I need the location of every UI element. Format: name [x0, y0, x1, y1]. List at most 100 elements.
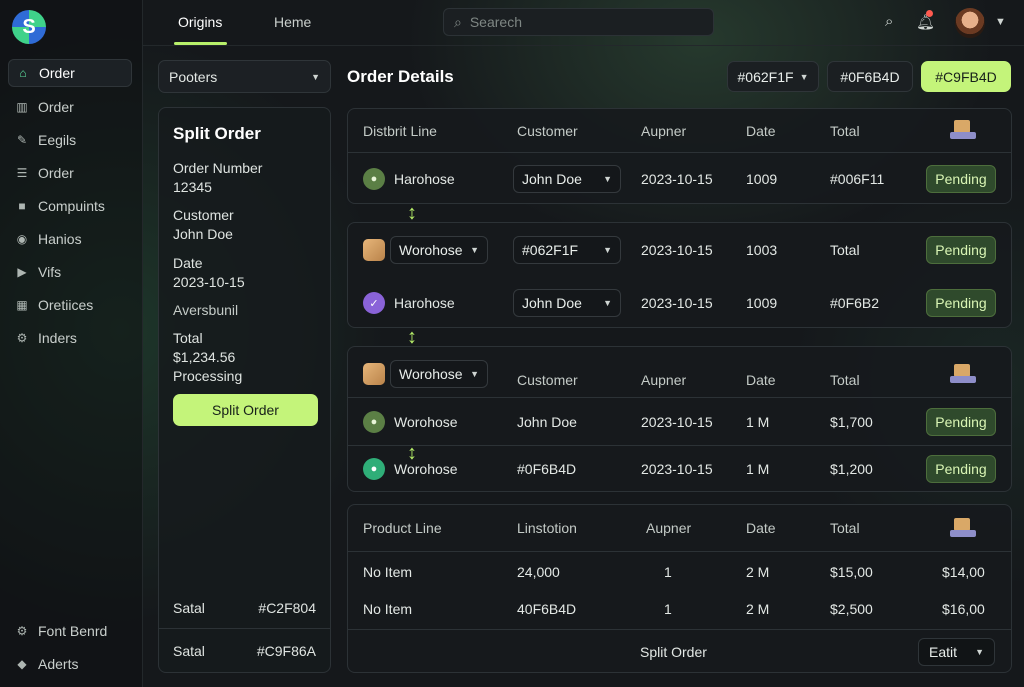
customer-select[interactable]: John Doe ▼: [513, 289, 621, 317]
aupner-cell: 1: [664, 563, 672, 580]
total-cell: #0F6B2: [830, 295, 880, 311]
search-input[interactable]: ⌕ Searech: [443, 8, 714, 36]
select-value: Worohose: [399, 242, 463, 258]
pooters-dropdown[interactable]: Pooters ▼: [158, 60, 331, 93]
sidebar-item-order-3[interactable]: ☰ Order: [8, 159, 132, 187]
delivery-truck-icon: [950, 518, 976, 540]
product-card: Product Line Linstotion Aupner Date Tota…: [347, 504, 1012, 673]
briefcase-icon: ■: [18, 199, 26, 213]
filter-label: #062F1F: [737, 68, 794, 85]
column-header: Total: [830, 123, 860, 139]
total-cell: $1,200: [830, 461, 873, 477]
chevron-down-icon[interactable]: ▼: [995, 16, 1006, 28]
app-logo[interactable]: [12, 10, 46, 44]
color-button-2[interactable]: #0F6B4D: [827, 61, 913, 92]
table-row[interactable]: ✓ Harohose John Doe ▼ 2023-10-15 1009 #0F…: [348, 277, 1011, 329]
table-row[interactable]: No Item 40F6B4D 1 2 M $2,500 $16,00: [348, 591, 1011, 627]
customer-select[interactable]: John Doe ▼: [513, 165, 621, 193]
column-header: Date: [746, 123, 776, 139]
sidebar-item-label: Order: [38, 99, 74, 115]
table-row[interactable]: ● Harohose John Doe ▼ 2023-10-15 1009 #00…: [348, 152, 1011, 204]
sidebar-item-aderts[interactable]: ◆ Aderts: [8, 650, 132, 678]
sidebar-item-eegils[interactable]: ✎ Eegils: [8, 126, 132, 154]
summary-label: Satal: [173, 600, 205, 616]
sidebar-item-oretiices[interactable]: ▦ Oretiices: [8, 291, 132, 319]
sidebar-item-inders[interactable]: ⚙ Inders: [8, 324, 132, 352]
total-value: $1,234.56: [173, 349, 236, 365]
summary-label: Satal: [173, 642, 205, 659]
chevron-down-icon: ▼: [799, 71, 809, 82]
warehouse-name: Harohose: [394, 170, 455, 187]
amount-cell: $16,00: [942, 601, 985, 617]
page-title: Order Details: [347, 67, 454, 86]
table-row[interactable]: No Item 24,000 1 2 M $15,00 $14,00: [348, 551, 1011, 591]
tab-heme[interactable]: Heme: [274, 14, 311, 30]
quantity-cell: 40F6B4D: [517, 601, 577, 617]
summary-value: #C9F86A: [256, 642, 316, 659]
status-value: Processing: [173, 368, 243, 384]
sidebar-item-label: Order: [38, 165, 74, 181]
status-badge[interactable]: Pending: [926, 165, 996, 193]
package-icon: [363, 363, 385, 385]
number-cell: 1009: [746, 295, 778, 311]
circle-icon: ◉: [16, 232, 28, 246]
sidebar-item-order-2[interactable]: ▥ Order: [8, 93, 132, 121]
date-label: Date: [173, 255, 203, 271]
delivery-truck-icon: [950, 120, 976, 142]
edit-dropdown[interactable]: Eatit ▼: [918, 638, 995, 666]
split-order-card: Split Order Order Number 12345 Customer …: [158, 107, 331, 673]
alert-icon: ◆: [17, 657, 27, 671]
status-badge[interactable]: Pending: [926, 289, 996, 317]
home-icon: ⌂: [19, 66, 27, 80]
top-bar: Origins Heme ⌕ Searech ⌕ 🔔︎ ▼: [143, 0, 1024, 46]
sidebar-item-label: Aderts: [38, 656, 79, 672]
order-number-value: 12345: [173, 179, 212, 195]
summary-value: #C2F804: [258, 600, 316, 616]
table-header-row: Worohose ▼ Customer Aupner Date Total: [348, 347, 1011, 397]
total-label: Total: [173, 330, 203, 346]
number-cell: 1 M: [746, 461, 770, 477]
column-header: Date: [746, 520, 776, 536]
customer-cell: John Doe: [517, 413, 577, 430]
total-cell: Total: [830, 242, 860, 258]
status-badge[interactable]: Pending: [926, 236, 996, 264]
sidebar-item-compuints[interactable]: ■ Compuints: [8, 192, 132, 220]
sidebar-item-order[interactable]: ⌂ Order: [8, 59, 132, 87]
product-name: No Item: [363, 563, 413, 580]
total-cell: $15,00: [830, 563, 873, 580]
date-cell: 2023-10-15: [641, 461, 713, 477]
split-connector-icon: ↕: [407, 326, 417, 348]
split-order-title: Split Order: [173, 124, 261, 143]
column-header: Aupner: [646, 520, 692, 536]
split-connector-icon: ↕: [407, 442, 417, 464]
select-value: John Doe: [522, 171, 582, 187]
customer-select[interactable]: #062F1F ▼: [513, 236, 621, 264]
color-button-3[interactable]: #C9FB4D: [921, 61, 1011, 92]
split-order-link[interactable]: Split Order: [640, 630, 707, 673]
edit-label: Eatit: [929, 644, 958, 660]
split-order-button[interactable]: Split Order: [173, 394, 318, 426]
avatar[interactable]: [955, 8, 985, 38]
chevron-down-icon: ▼: [975, 647, 984, 657]
table-row[interactable]: Worohose ▼ #062F1F ▼ 2023-10-15 1003 Total…: [348, 223, 1011, 277]
warehouse-select[interactable]: Worohose ▼: [390, 236, 488, 264]
warehouse-name: Harohose: [394, 295, 455, 311]
sidebar-item-vifs[interactable]: ▶ Vifs: [8, 258, 132, 286]
table-row[interactable]: ● Worohose John Doe 2023-10-15 1 M $1,70…: [348, 397, 1011, 445]
warehouse-name: Worohose: [394, 461, 458, 477]
summary-row: Satal #C2F804: [159, 586, 330, 630]
status-badge[interactable]: Pending: [926, 408, 996, 436]
number-cell: 1003: [746, 242, 778, 258]
sidebar-item-hanios[interactable]: ◉ Hanios: [8, 225, 132, 253]
color-filter-dropdown[interactable]: #062F1F ▼: [727, 61, 819, 92]
order-card-1: Distbrit Line Customer Aupner Date Total…: [347, 108, 1012, 204]
tab-origins[interactable]: Origins: [178, 14, 222, 30]
status-badge[interactable]: Pending: [926, 455, 996, 483]
sidebar-item-font-benrd[interactable]: ⚙ Font Benrd: [8, 617, 132, 645]
search-icon[interactable]: ⌕: [885, 13, 893, 30]
date-cell: 2023-10-15: [641, 413, 713, 430]
table-row[interactable]: ● Worohose #0F6B4D 2023-10-15 1 M $1,200…: [348, 445, 1011, 492]
customer-value: John Doe: [173, 226, 233, 242]
column-header: Aupner: [641, 123, 687, 139]
warehouse-select[interactable]: Worohose ▼: [390, 360, 488, 388]
